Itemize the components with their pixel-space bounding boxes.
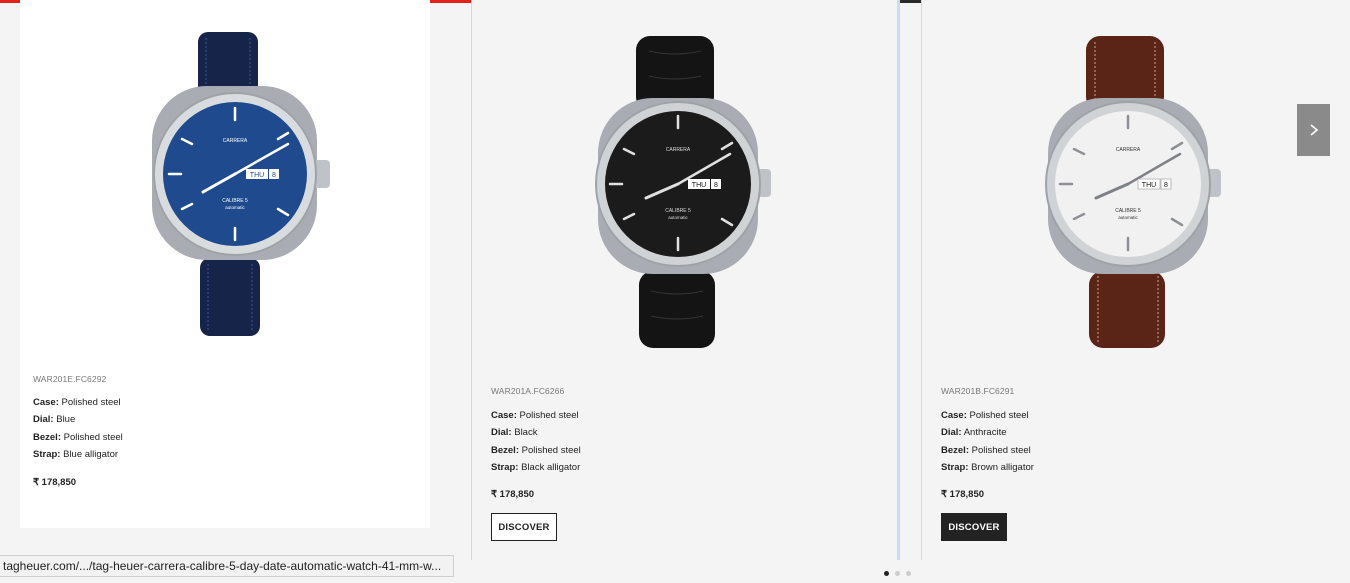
- spec-dial: Dial: Anthracite: [941, 427, 1007, 439]
- spec-bezel: Bezel: Polished steel: [941, 444, 1031, 456]
- product-card[interactable]: THU 8 CARRERA CALIBRE 5 automatic WAR201…: [921, 0, 1350, 560]
- product-card[interactable]: THU 8 CARRERA CALIBRE 5 automatic WAR201…: [20, 0, 430, 528]
- dial-movement-text: automatic: [668, 215, 688, 220]
- carousel-next-button[interactable]: [1297, 104, 1330, 156]
- spec-dial: Dial: Blue: [33, 414, 76, 426]
- spec-case: Case: Polished steel: [941, 410, 1029, 421]
- discover-button[interactable]: DISCOVER: [941, 513, 1007, 541]
- dial-movement-text: automatic: [225, 205, 245, 210]
- chevron-right-icon: [1309, 124, 1318, 136]
- date-window-text: 8: [714, 182, 718, 189]
- product-price: ₹ 178,850: [941, 489, 985, 500]
- watch-image[interactable]: THU 8 CARRERA CALIBRE 5 automatic: [594, 36, 774, 353]
- watch-image[interactable]: THU 8 CARRERA CALIBRE 5 automatic: [138, 32, 333, 342]
- spec-strap: Strap: Brown alligator: [941, 461, 1034, 473]
- spec-case: Case: Polished steel: [33, 397, 121, 408]
- spec-strap: Strap: Black alligator: [491, 461, 581, 473]
- spec-case: Case: Polished steel: [491, 410, 579, 421]
- product-specs: Case: Polished steel Dial: Black Bezel: …: [491, 407, 581, 476]
- date-window-text: 8: [272, 172, 276, 179]
- pagination-dot[interactable]: [884, 571, 889, 576]
- pagination-dot[interactable]: [895, 571, 900, 576]
- dial-calibre-text: CALIBRE 5: [665, 208, 691, 214]
- product-card[interactable]: THU 8 CARRERA CALIBRE 5 automatic WAR201…: [471, 0, 899, 560]
- day-window-text: THU: [692, 182, 706, 189]
- dial-brand-text: CARRERA: [223, 138, 248, 144]
- discover-button[interactable]: DISCOVER: [491, 513, 557, 541]
- watch-image[interactable]: THU 8 CARRERA CALIBRE 5 automatic: [1043, 36, 1223, 353]
- product-price: ₹ 178,850: [491, 489, 535, 500]
- dial-movement-text: automatic: [1118, 215, 1138, 220]
- day-window-text: THU: [250, 172, 264, 179]
- link-status-bar: tagheuer.com/.../tag-heuer-carrera-calib…: [0, 555, 454, 577]
- spec-bezel: Bezel: Polished steel: [33, 431, 123, 443]
- product-price: ₹ 178,850: [33, 477, 77, 488]
- dial-calibre-text: CALIBRE 5: [222, 198, 248, 204]
- focus-indicator: [897, 0, 900, 560]
- pagination-dot[interactable]: [906, 571, 911, 576]
- product-reference: WAR201B.FC6291: [941, 386, 1015, 396]
- date-window-text: 8: [1164, 182, 1168, 189]
- dial-brand-text: CARRERA: [1116, 147, 1141, 153]
- spec-strap: Strap: Blue alligator: [33, 448, 119, 460]
- product-reference: WAR201A.FC6266: [491, 386, 565, 396]
- dial-calibre-text: CALIBRE 5: [1115, 208, 1141, 214]
- day-window-text: THU: [1142, 182, 1156, 189]
- product-specs: Case: Polished steel Dial: Blue Bezel: P…: [33, 394, 123, 463]
- product-reference: WAR201E.FC6292: [33, 374, 107, 384]
- spec-dial: Dial: Black: [491, 427, 538, 439]
- dial-brand-text: CARRERA: [666, 147, 691, 153]
- product-specs: Case: Polished steel Dial: Anthracite Be…: [941, 407, 1034, 476]
- carousel-pagination: [884, 571, 911, 576]
- spec-bezel: Bezel: Polished steel: [491, 444, 581, 456]
